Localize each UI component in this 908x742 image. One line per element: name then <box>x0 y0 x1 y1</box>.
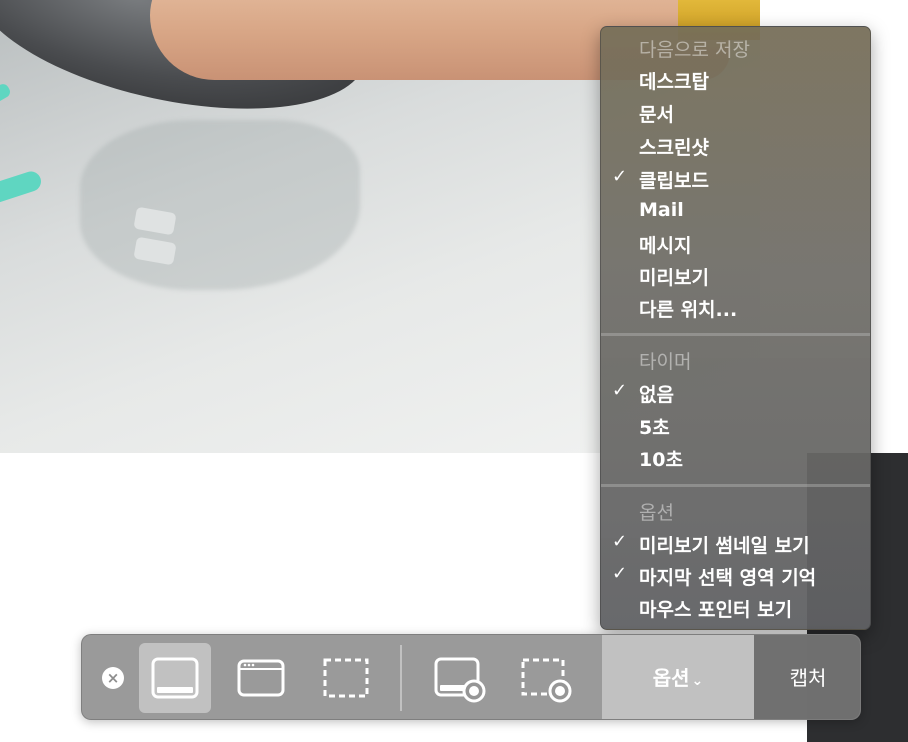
checkmark-icon: ✓ <box>612 380 628 401</box>
menu-item-clipboard[interactable]: ✓ 클립보드 <box>612 166 709 193</box>
mouse-reflection <box>80 120 360 290</box>
menu-item-messages[interactable]: 메시지 <box>639 231 691 258</box>
menu-separator <box>601 484 870 487</box>
menu-item-show-mouse-pointer[interactable]: 마우스 포인터 보기 <box>639 595 792 622</box>
menu-header-options: 옵션 <box>639 502 674 524</box>
checkmark-icon: ✓ <box>612 166 628 187</box>
checkmark-icon: ✓ <box>612 531 628 552</box>
close-icon[interactable]: × <box>102 667 124 689</box>
selection-icon <box>323 658 369 698</box>
capture-entire-screen-button[interactable] <box>139 643 211 713</box>
menu-item-timer-none[interactable]: ✓ 없음 <box>612 380 674 407</box>
record-entire-screen-button[interactable] <box>422 643 494 713</box>
window-icon <box>237 659 285 697</box>
options-label: 옵션 <box>652 666 690 690</box>
menu-item-desktop[interactable]: 데스크탑 <box>639 67 709 94</box>
capture-window-button[interactable] <box>225 643 297 713</box>
menu-item-documents[interactable]: 문서 <box>639 100 674 127</box>
menu-separator <box>601 333 870 336</box>
menu-item-show-floating-thumbnail[interactable]: ✓ 미리보기 썸네일 보기 <box>612 531 810 558</box>
screen-icon <box>151 657 199 699</box>
menu-item-screenshots[interactable]: 스크린샷 <box>639 133 709 160</box>
record-screen-icon <box>434 657 486 703</box>
menu-item-other-location[interactable]: 다른 위치... <box>639 295 737 322</box>
capture-button[interactable]: 캡처 <box>754 635 860 719</box>
chevron-down-icon: ⌄ <box>691 673 704 689</box>
menu-item-timer-5s[interactable]: 5초 <box>639 413 670 440</box>
capture-selection-button[interactable] <box>310 643 382 713</box>
teal-accent <box>0 81 13 105</box>
menu-header-timer: 타이머 <box>639 351 692 373</box>
menu-item-preview[interactable]: 미리보기 <box>639 263 709 290</box>
menu-item-mail[interactable]: Mail <box>639 199 684 221</box>
menu-item-remember-last-selection[interactable]: ✓ 마지막 선택 영역 기억 <box>612 563 816 590</box>
teal-accent <box>0 168 44 208</box>
toolbar-divider <box>400 645 402 711</box>
menu-header-save-to: 다음으로 저장 <box>639 39 750 61</box>
screenshot-toolbar: × 옵션 ⌄ 캡처 <box>81 634 861 720</box>
record-selection-icon <box>521 658 572 703</box>
record-selection-button[interactable] <box>508 643 580 713</box>
options-menu: 다음으로 저장 데스크탑 문서 스크린샷 ✓ 클립보드 Mail 메시지 미리보기… <box>600 26 871 630</box>
options-button[interactable]: 옵션 ⌄ <box>602 635 754 719</box>
menu-item-timer-10s[interactable]: 10초 <box>639 445 683 472</box>
checkmark-icon: ✓ <box>612 563 628 584</box>
